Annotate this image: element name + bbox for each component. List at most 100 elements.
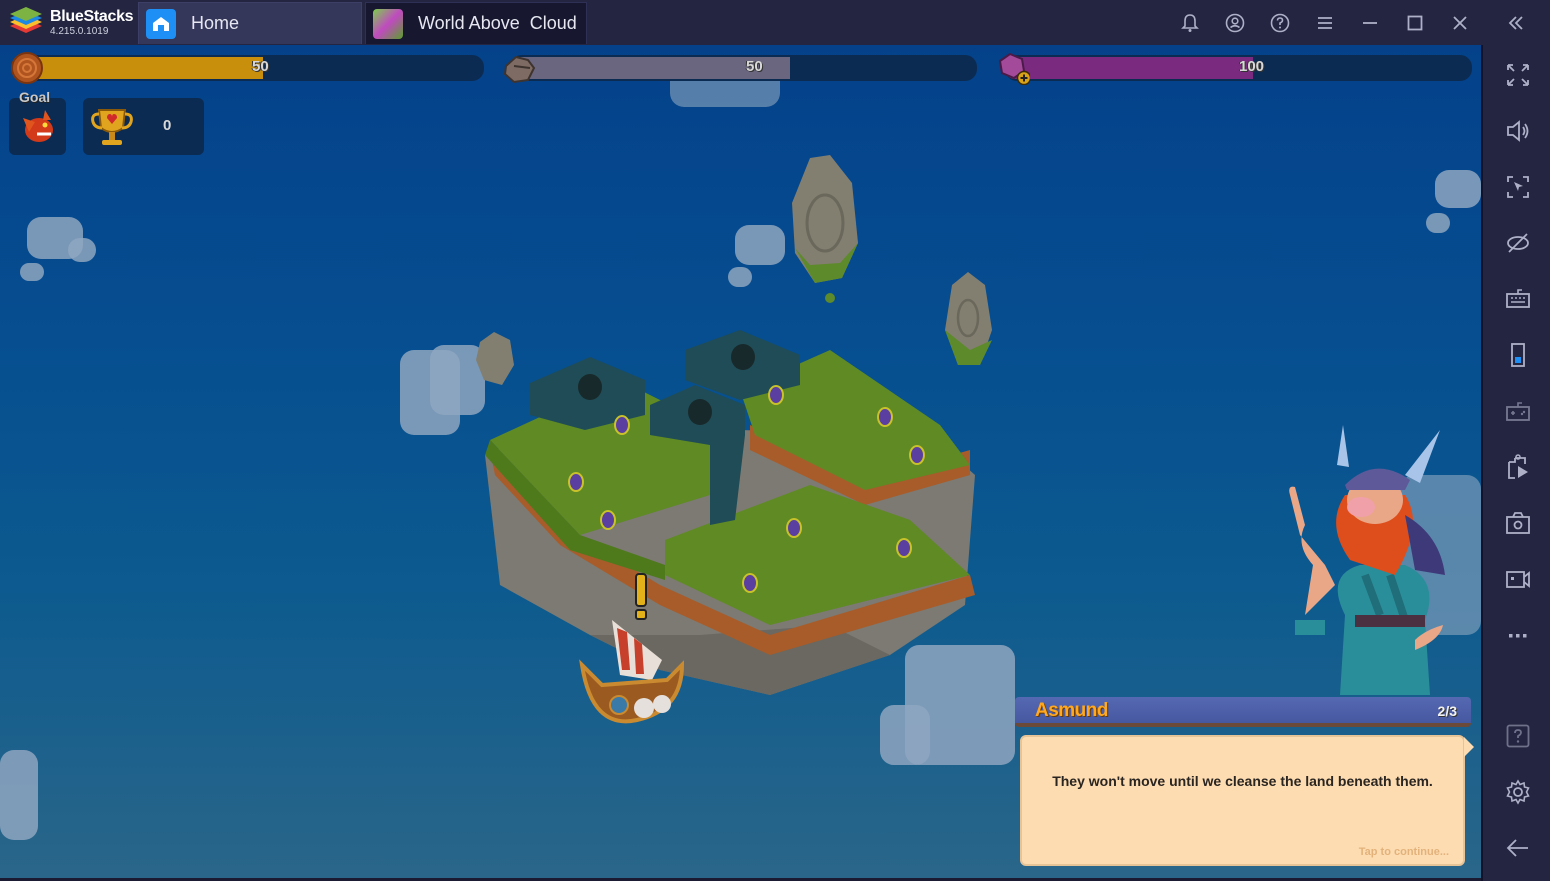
close-button[interactable]	[1437, 0, 1482, 45]
fullscreen-icon	[1507, 64, 1529, 86]
cloud	[68, 238, 96, 262]
minimize-icon	[1362, 21, 1377, 24]
back-button[interactable]	[1498, 828, 1538, 868]
gem-icon[interactable]	[996, 51, 1030, 85]
fullscreen-button[interactable]	[1498, 55, 1538, 95]
double-chevron-left-icon	[1508, 15, 1523, 30]
volume-button[interactable]	[1498, 111, 1538, 151]
stone-bar: 50	[510, 55, 977, 81]
help-icon	[1270, 13, 1289, 32]
rotate-button[interactable]	[1498, 335, 1538, 375]
cloud	[735, 225, 785, 265]
flower-bud[interactable]	[600, 510, 616, 530]
tap-to-continue-hint[interactable]: Tap to continue...	[1359, 846, 1449, 858]
flower-bud[interactable]	[768, 385, 784, 405]
flower-bud[interactable]	[742, 573, 758, 593]
floating-island[interactable]	[470, 275, 990, 705]
hide-overlay-button[interactable]	[1498, 223, 1538, 263]
phone-portrait-icon	[1511, 343, 1525, 367]
gem-bar-fill	[1005, 57, 1253, 79]
lock-cursor-button[interactable]	[1498, 167, 1538, 207]
bluestacks-logo-icon	[8, 5, 44, 41]
bell-icon	[1180, 13, 1199, 32]
wood-bar-fill	[14, 57, 264, 79]
stone-icon	[503, 55, 536, 84]
tab-world-above-cloud[interactable]: World Above Cloud	[365, 2, 587, 44]
screenshot-button[interactable]	[1498, 503, 1538, 543]
help-button[interactable]	[1257, 0, 1302, 45]
home-icon	[146, 8, 176, 39]
dialogue-box[interactable]: Asmund 2/3 They won't move until we clea…	[1015, 697, 1474, 869]
exclamation-icon	[635, 573, 647, 607]
cloud	[880, 705, 930, 765]
cursor-lock-icon	[1507, 176, 1529, 198]
notifications-button[interactable]	[1167, 0, 1212, 45]
settings-button[interactable]	[1498, 772, 1538, 812]
account-button[interactable]	[1212, 0, 1257, 45]
camera-icon	[1506, 512, 1530, 534]
app-name: BlueStacks	[50, 8, 134, 25]
record-button[interactable]	[1498, 559, 1538, 599]
flower-bud[interactable]	[877, 407, 893, 427]
game-icon	[373, 8, 403, 39]
cloud	[1435, 170, 1481, 208]
more-button[interactable]	[1498, 615, 1538, 655]
trophy-panel[interactable]: 0	[83, 98, 204, 155]
gem-value: 100	[1239, 58, 1265, 75]
flower-bud[interactable]	[614, 415, 630, 435]
app-version: 4.215.0.1019	[50, 26, 109, 37]
title-bar: BlueStacks 4.215.0.1019 Home World Above…	[0, 0, 1550, 45]
help-sidebar-button[interactable]	[1498, 716, 1538, 756]
gamepad-button[interactable]	[1498, 391, 1538, 431]
right-sidebar	[1481, 45, 1550, 881]
corrupted-egg[interactable]	[731, 344, 755, 370]
dialogue-header: Asmund 2/3	[1015, 697, 1471, 727]
trophy-count: 0	[163, 117, 172, 134]
tab-home[interactable]: Home	[138, 2, 362, 44]
goal-panel[interactable]	[9, 98, 66, 155]
stone-value: 50	[746, 58, 763, 75]
hamburger-icon	[1317, 16, 1332, 29]
game-viewport[interactable]: 50 50 100 Goal 0 Asmund 2/3 They won't m…	[0, 45, 1481, 878]
menu-button[interactable]	[1302, 0, 1347, 45]
minimize-button[interactable]	[1347, 0, 1392, 45]
tab-label: World Above Cloud	[418, 13, 577, 33]
goal-label: Goal	[19, 89, 51, 105]
apk-install-icon	[1508, 454, 1528, 479]
dialogue-page-counter: 2/3	[1437, 703, 1457, 719]
speaker-name: Asmund	[1035, 700, 1109, 721]
help-square-icon	[1506, 724, 1530, 748]
account-icon	[1225, 13, 1244, 32]
keyboard-controls-button[interactable]	[1498, 279, 1538, 319]
bluestacks-window: BlueStacks 4.215.0.1019 Home World Above…	[0, 0, 1550, 881]
maximize-button[interactable]	[1392, 0, 1437, 45]
collapse-sidebar-button[interactable]	[1482, 0, 1550, 45]
install-apk-button[interactable]	[1498, 447, 1538, 487]
wood-icon	[11, 52, 43, 84]
flower-bud[interactable]	[896, 538, 912, 558]
trophy-icon	[91, 109, 133, 145]
flower-bud[interactable]	[568, 472, 584, 492]
viking-ship[interactable]	[572, 570, 697, 730]
flower-bud[interactable]	[909, 445, 925, 465]
keyboard-icon	[1506, 289, 1530, 308]
dragon-icon	[23, 110, 53, 142]
asmund-character	[1289, 425, 1445, 695]
tab-label: Home	[191, 13, 240, 33]
cloud	[0, 750, 38, 840]
gear-icon	[1506, 779, 1530, 805]
cloud	[1426, 213, 1450, 233]
eye-off-icon	[1507, 233, 1529, 253]
corrupted-egg[interactable]	[578, 374, 602, 400]
flower-bud[interactable]	[786, 518, 802, 538]
gamepad-icon	[1506, 402, 1530, 421]
dialogue-text: They won't move until we cleanse the lan…	[1052, 773, 1433, 789]
wood-bar: 50	[14, 55, 484, 81]
maximize-icon	[1407, 15, 1422, 30]
corrupted-egg[interactable]	[688, 399, 712, 425]
wood-value: 50	[252, 58, 269, 75]
arrow-left-icon	[1506, 839, 1528, 857]
dialogue-body[interactable]: They won't move until we cleanse the lan…	[1020, 735, 1465, 866]
volume-icon	[1507, 120, 1529, 142]
dialogue-notch	[1464, 737, 1474, 757]
